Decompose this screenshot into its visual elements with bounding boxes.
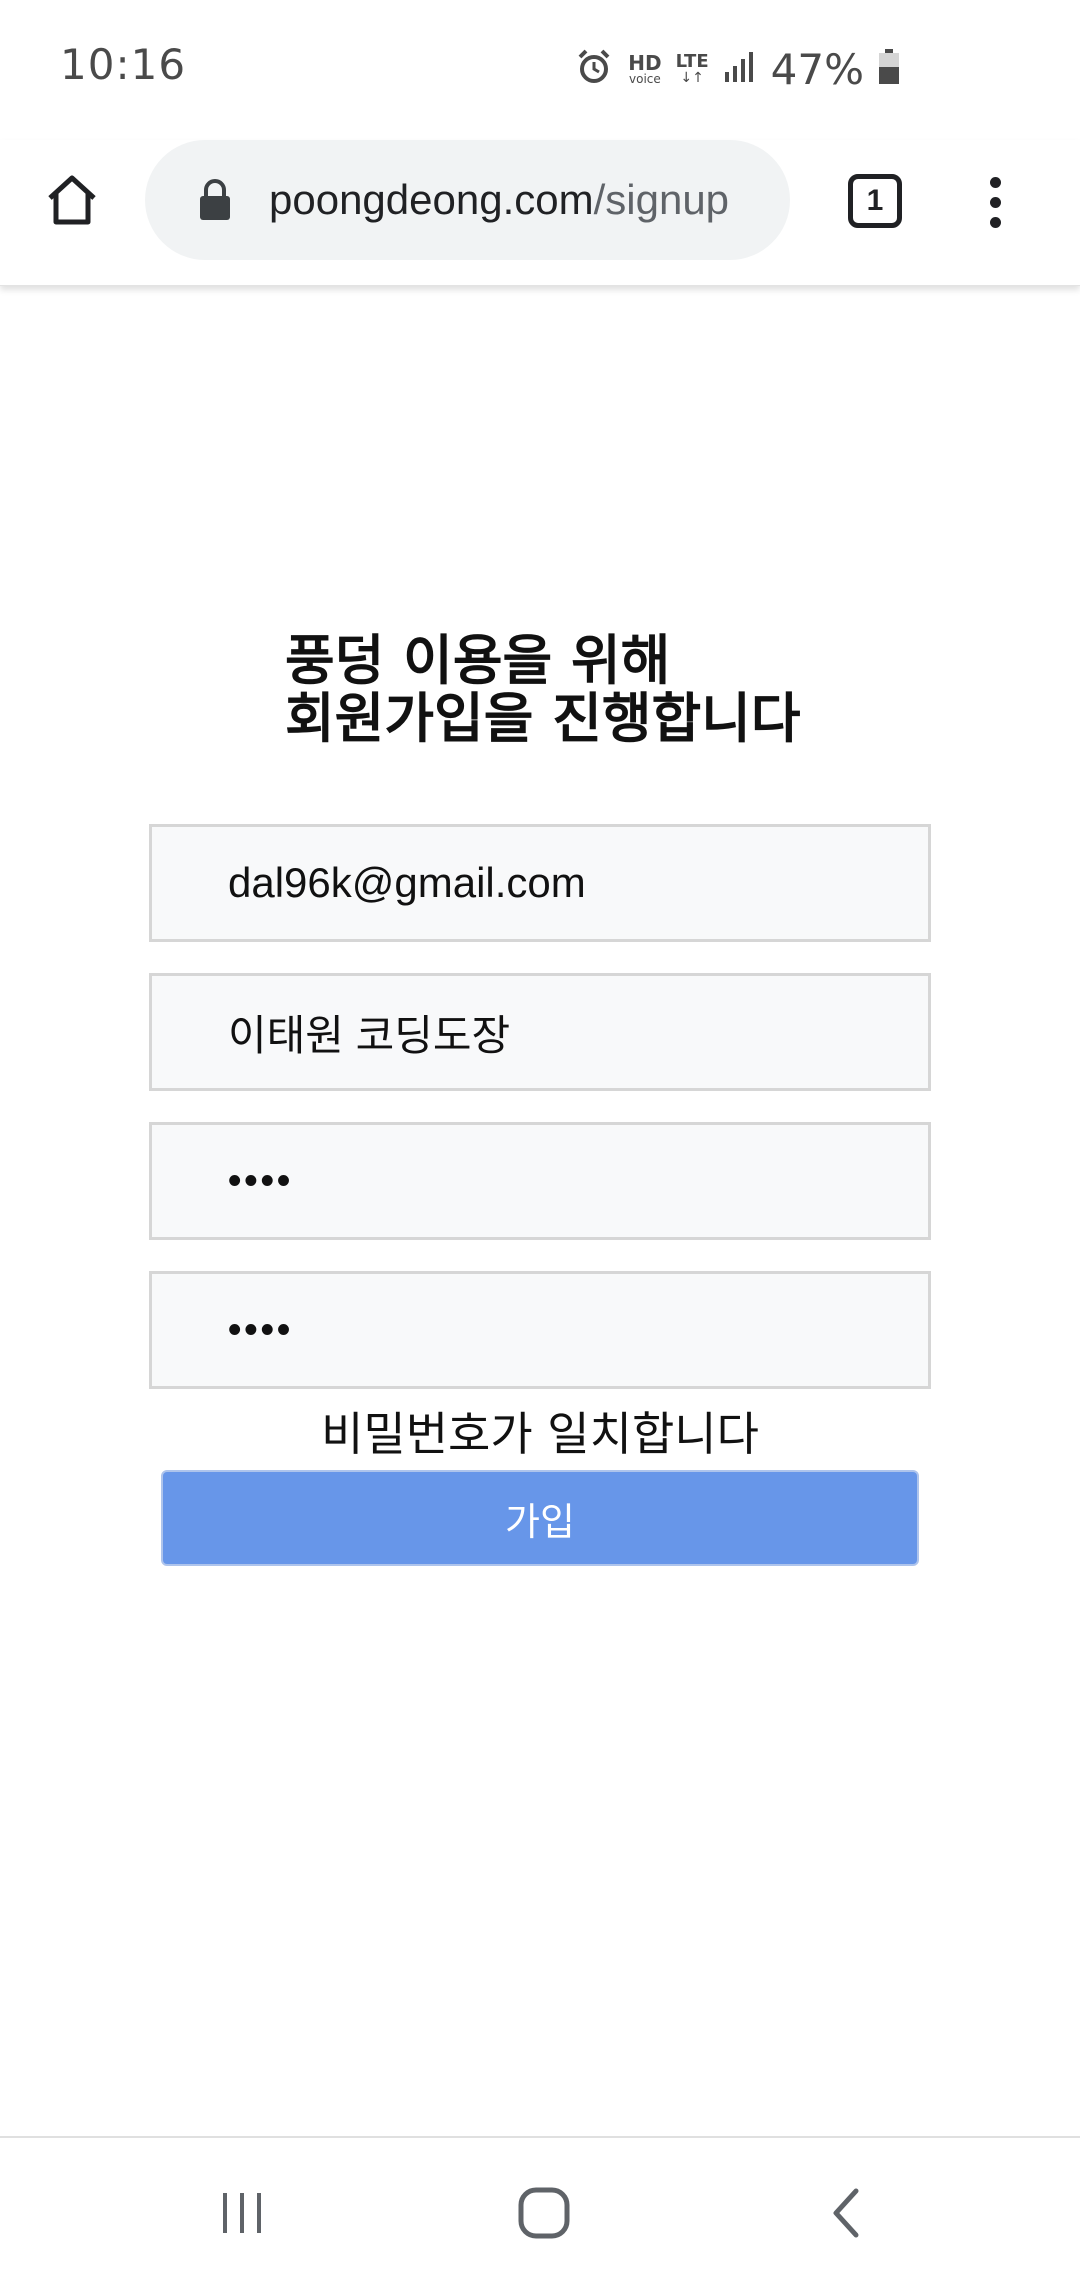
tab-switcher-button[interactable]: 1	[848, 174, 902, 228]
signal-icon	[723, 50, 757, 88]
home-circle-icon[interactable]	[494, 2168, 594, 2258]
password-field[interactable]	[149, 1122, 931, 1240]
password-confirm-field[interactable]	[149, 1271, 931, 1389]
hd-label: HD	[628, 51, 662, 75]
name-field[interactable]	[149, 973, 931, 1091]
page-title: 풍덩 이용을 위해 회원가입을 진행합니다	[285, 632, 801, 748]
url-text[interactable]: poongdeong.com/signup	[269, 176, 729, 224]
voice-label: voice	[629, 72, 661, 86]
hd-voice-icon: HD voice	[628, 53, 661, 85]
lock-icon[interactable]	[197, 178, 233, 222]
more-vert-icon[interactable]	[975, 164, 1015, 240]
back-icon[interactable]	[796, 2168, 896, 2258]
password-match-message: 비밀번호가 일치합니다	[321, 1407, 759, 1461]
url-domain: poongdeong.com	[269, 176, 594, 223]
battery-percent: 47%	[770, 44, 864, 94]
status-icons: HD voice LTE ↓↑ 47%	[574, 42, 900, 96]
browser-toolbar: poongdeong.com/signup 1	[0, 140, 1080, 286]
url-bar[interactable]: poongdeong.com/signup	[145, 140, 790, 260]
signup-button[interactable]: 가입	[161, 1470, 919, 1566]
status-bar: 10:16 HD voice LTE ↓↑ 47%	[0, 0, 1080, 140]
status-time: 10:16	[60, 40, 187, 89]
alarm-icon	[574, 47, 614, 91]
home-button[interactable]	[36, 164, 108, 236]
tab-count: 1	[866, 184, 884, 217]
email-field[interactable]	[149, 824, 931, 942]
url-path: /signup	[593, 176, 730, 223]
recents-icon[interactable]	[192, 2168, 292, 2258]
battery-icon	[878, 49, 900, 89]
title-line-2: 회원가입을 진행합니다	[285, 687, 801, 750]
lte-label: LTE	[675, 51, 709, 72]
title-line-1: 풍덩 이용을 위해	[285, 629, 671, 692]
system-nav-bar	[0, 2136, 1080, 2280]
lte-icon: LTE ↓↑	[675, 51, 709, 86]
home-icon	[48, 175, 96, 225]
